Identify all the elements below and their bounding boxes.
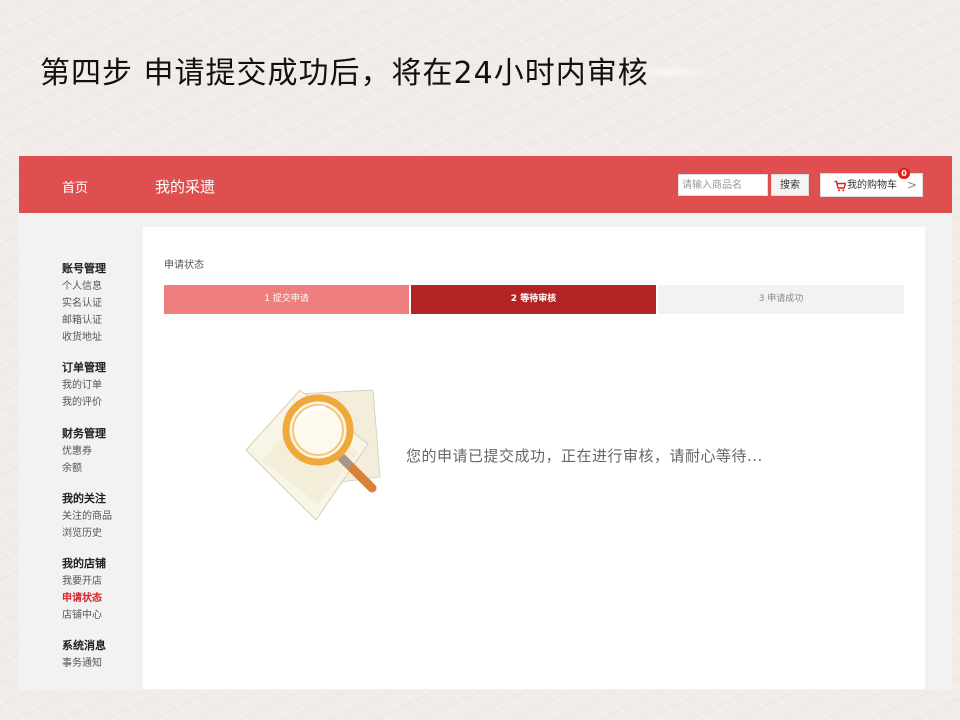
sidebar-item-address[interactable]: 收货地址	[62, 329, 106, 346]
step-waiting-review: 2 等待审核	[411, 285, 656, 314]
progress-steps: 1 提交申请 2 等待审核 3 申请成功	[164, 285, 904, 314]
cart-label: 我的购物车	[847, 180, 897, 191]
sidebar-group-account: 账号管理 个人信息 实名认证 邮箱认证 收货地址	[62, 260, 106, 346]
sidebar-heading: 账号管理	[62, 262, 106, 275]
brand-title[interactable]: 我的采遗	[155, 176, 215, 197]
submission-message: 您的申请已提交成功，正在进行审核，请耐心等待...	[406, 447, 763, 465]
sidebar-heading: 订单管理	[62, 361, 106, 374]
sidebar-item-followed-goods[interactable]: 关注的商品	[62, 508, 112, 525]
app-screen: 首页 我的采遗 请输入商品名 搜索 我的购物车 0 > 账号管理 个人信息 实名…	[19, 156, 952, 690]
sidebar-heading: 我的店铺	[62, 557, 106, 570]
search-input[interactable]: 请输入商品名	[678, 174, 768, 196]
step-success: 3 申请成功	[658, 285, 904, 314]
sidebar-item-notifications[interactable]: 事务通知	[62, 655, 106, 672]
sidebar-item-email[interactable]: 邮箱认证	[62, 312, 106, 329]
sidebar-item-personal-info[interactable]: 个人信息	[62, 278, 106, 295]
main-panel: 申请状态 1 提交申请 2 等待审核 3 申请成功 您的申请已提交成功，正在进行…	[143, 227, 925, 689]
sidebar-group-orders: 订单管理 我的订单 我的评价	[62, 359, 106, 411]
cart-icon	[834, 180, 846, 192]
slide-title: 第四步 申请提交成功后，将在24小时内审核	[40, 56, 649, 91]
cart-button[interactable]: 我的购物车 0 >	[820, 168, 923, 197]
sidebar-item-open-shop[interactable]: 我要开店	[62, 573, 106, 590]
chevron-right-icon: >	[906, 178, 917, 192]
sidebar-item-history[interactable]: 浏览历史	[62, 525, 112, 542]
sidebar-group-messages: 系统消息 事务通知	[62, 637, 106, 672]
status-title: 申请状态	[164, 260, 204, 271]
nav-home-link[interactable]: 首页	[62, 177, 88, 196]
sidebar-item-shop-center[interactable]: 店铺中心	[62, 607, 106, 624]
sidebar-heading: 我的关注	[62, 492, 106, 505]
sidebar-item-realname[interactable]: 实名认证	[62, 295, 106, 312]
sidebar-item-application-status[interactable]: 申请状态	[62, 590, 106, 607]
top-nav-bar: 首页 我的采遗 请输入商品名 搜索 我的购物车 0 >	[19, 156, 952, 213]
search-button[interactable]: 搜索	[771, 174, 809, 196]
sidebar-group-follows: 我的关注 关注的商品 浏览历史	[62, 490, 112, 542]
sidebar-group-finance: 财务管理 优惠券 余额	[62, 425, 106, 477]
sidebar-heading: 财务管理	[62, 427, 106, 440]
sidebar-item-my-reviews[interactable]: 我的评价	[62, 394, 106, 411]
sidebar-group-shop: 我的店铺 我要开店 申请状态 店铺中心	[62, 555, 106, 624]
sidebar-item-coupons[interactable]: 优惠券	[62, 443, 106, 460]
magnifier-papers-icon	[245, 389, 381, 521]
sidebar-item-my-orders[interactable]: 我的订单	[62, 377, 106, 394]
sidebar-heading: 系统消息	[62, 639, 106, 652]
step-submit: 1 提交申请	[164, 285, 409, 314]
sidebar-item-balance[interactable]: 余额	[62, 460, 106, 477]
sidebar: 账号管理 个人信息 实名认证 邮箱认证 收货地址 订单管理 我的订单 我的评价 …	[19, 213, 139, 690]
